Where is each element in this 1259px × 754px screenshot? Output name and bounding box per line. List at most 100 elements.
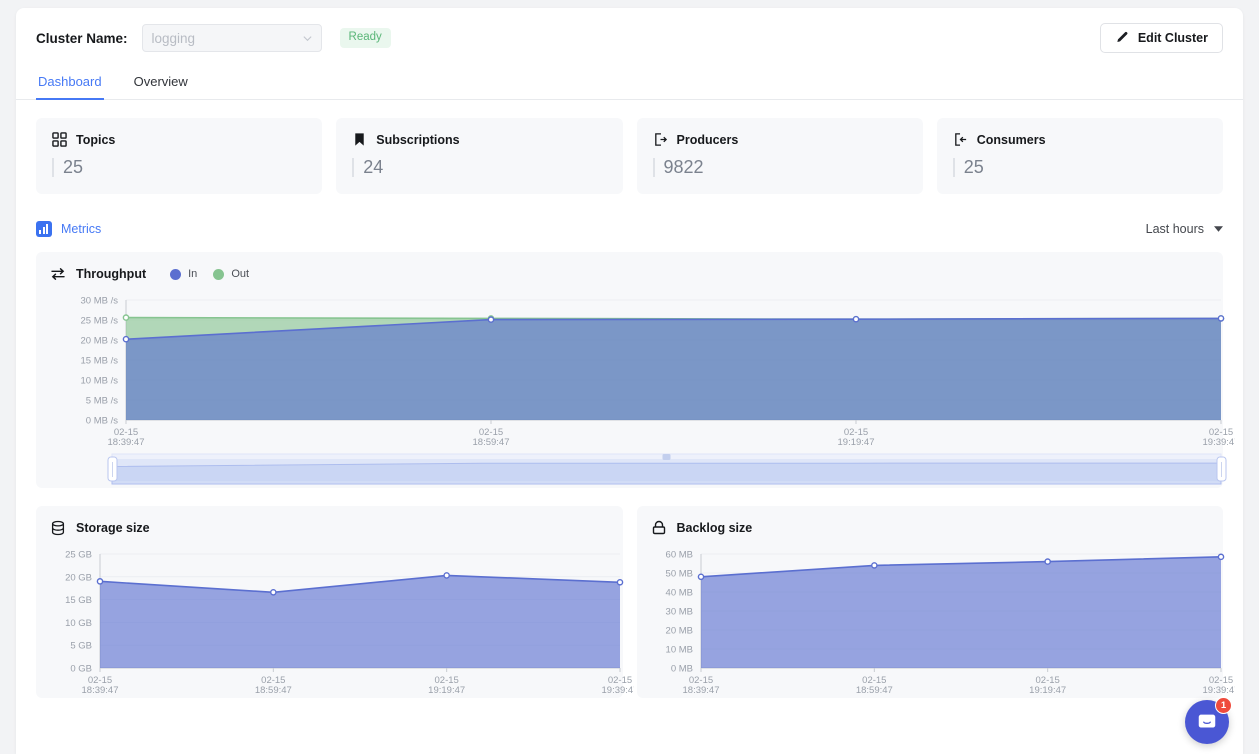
cluster-header: Cluster Name: logging Ready Edit Cluster <box>16 8 1243 68</box>
throughput-section: Throughput In Out 0 MB /s 5 MB /s 10 MB /s… <box>16 252 1243 488</box>
stat-value: 9822 <box>653 158 907 177</box>
stat-card-header: Producers <box>653 132 907 147</box>
backlog-icon <box>651 520 667 536</box>
legend-label-in: In <box>188 268 197 280</box>
legend-label-out: Out <box>231 268 249 280</box>
svg-text:60 MB: 60 MB <box>665 550 692 561</box>
stat-value: 24 <box>352 158 606 177</box>
stat-card-header: Consumers <box>953 132 1207 147</box>
svg-text:30 MB: 30 MB <box>665 607 692 618</box>
svg-text:0 MB: 0 MB <box>670 664 692 675</box>
svg-text:18:39:47: 18:39:47 <box>108 437 145 448</box>
throughput-card: Throughput In Out 0 MB /s 5 MB /s 10 MB /s… <box>36 252 1223 488</box>
chart-legend: In Out <box>170 268 258 280</box>
pencil-icon <box>1115 31 1129 45</box>
grid-icon <box>52 132 67 147</box>
edit-cluster-label: Edit Cluster <box>1138 31 1208 45</box>
svg-text:5 GB: 5 GB <box>70 641 92 652</box>
stat-title: Consumers <box>977 133 1046 147</box>
legend-dot-out <box>213 269 224 280</box>
throughput-header: Throughput In Out <box>50 266 1209 282</box>
svg-text:0 GB: 0 GB <box>70 664 92 675</box>
backlog-header: Backlog size <box>651 520 1210 536</box>
stat-card-consumers: Consumers 25 <box>937 118 1223 194</box>
producer-icon <box>653 132 668 147</box>
chevron-down-icon <box>1214 226 1223 232</box>
chat-bubble-icon <box>1196 711 1218 733</box>
storage-svg: 0 GB5 GB10 GB15 GB20 GB25 GB02-1518:39:4… <box>50 546 634 698</box>
svg-text:15 MB /s: 15 MB /s <box>81 356 119 367</box>
chart-title: Backlog size <box>677 521 753 535</box>
metrics-label: Metrics <box>61 222 101 236</box>
chevron-down-icon <box>302 33 313 44</box>
svg-text:19:39:47: 19:39:47 <box>1202 685 1234 696</box>
svg-text:20 MB /s: 20 MB /s <box>81 336 119 347</box>
throughput-svg: 0 MB /s 5 MB /s 10 MB /s 15 MB /s 20 MB /s 25… <box>50 292 1235 450</box>
storage-plot[interactable]: 0 GB5 GB10 GB15 GB20 GB25 GB02-1518:39:4… <box>50 546 609 698</box>
stat-value: 25 <box>52 158 306 177</box>
backlog-plot[interactable]: 0 MB10 MB20 MB30 MB40 MB50 MB60 MB02-151… <box>651 546 1210 698</box>
svg-text:20 GB: 20 GB <box>65 572 92 583</box>
throughput-plot[interactable]: 0 MB /s 5 MB /s 10 MB /s 15 MB /s 20 MB /s 25… <box>50 292 1209 450</box>
tab-bar: Dashboard Overview <box>16 68 1243 100</box>
svg-text:18:59:47: 18:59:47 <box>473 437 510 448</box>
svg-text:10 GB: 10 GB <box>65 618 92 629</box>
stat-card-subscriptions: Subscriptions 24 <box>336 118 622 194</box>
svg-text:19:19:47: 19:19:47 <box>428 685 465 696</box>
stat-title: Topics <box>76 133 115 147</box>
cluster-select-value: logging <box>152 31 196 46</box>
svg-text:18:39:47: 18:39:47 <box>682 685 719 696</box>
backlog-card: Backlog size 0 MB 10 MB 20 MB 30 MB 40 MB 50 … <box>637 506 1224 698</box>
svg-text:15 GB: 15 GB <box>65 595 92 606</box>
stat-card-header: Subscriptions <box>352 132 606 147</box>
svg-text:18:59:47: 18:59:47 <box>255 685 292 696</box>
stat-card-header: Topics <box>52 132 306 147</box>
stat-title: Producers <box>677 133 739 147</box>
storage-header: Storage size <box>50 520 609 536</box>
database-icon <box>50 520 66 536</box>
bottom-chart-row: Storage size 0 GB 5 GB 10 GB 15 GB 20 GB 25 G… <box>16 506 1243 698</box>
svg-text:20 MB: 20 MB <box>665 626 692 637</box>
status-badge: Ready <box>340 28 391 48</box>
svg-text:18:39:47: 18:39:47 <box>82 685 119 696</box>
backlog-svg: 0 MB10 MB20 MB30 MB40 MB50 MB60 MB02-151… <box>651 546 1235 698</box>
throughput-icon <box>50 266 66 282</box>
legend-dot-in <box>170 269 181 280</box>
bar-chart-icon <box>36 221 52 237</box>
svg-text:19:19:47: 19:19:47 <box>1029 685 1066 696</box>
svg-text:40 MB: 40 MB <box>665 588 692 599</box>
svg-text:25 MB /s: 25 MB /s <box>81 316 119 327</box>
bookmark-icon <box>352 132 367 147</box>
stat-card-row: Topics 25 Subscriptions 24 <box>16 118 1243 194</box>
svg-text:0 MB /s: 0 MB /s <box>86 416 118 427</box>
time-range-select[interactable]: Last hours <box>1146 222 1223 236</box>
svg-text:19:19:47: 19:19:47 <box>838 437 875 448</box>
app-page: Cluster Name: logging Ready Edit Cluster… <box>16 8 1243 754</box>
stat-card-producers: Producers 9822 <box>637 118 923 194</box>
svg-text:25 GB: 25 GB <box>65 550 92 561</box>
chart-title: Storage size <box>76 521 150 535</box>
svg-text:19:39:47: 19:39:47 <box>602 685 634 696</box>
stat-card-topics: Topics 25 <box>36 118 322 194</box>
svg-text:10 MB /s: 10 MB /s <box>81 376 119 387</box>
storage-card: Storage size 0 GB 5 GB 10 GB 15 GB 20 GB 25 G… <box>36 506 623 698</box>
tab-dashboard[interactable]: Dashboard <box>36 68 104 100</box>
cluster-select[interactable]: logging <box>142 24 322 52</box>
svg-text:19:39:47: 19:39:47 <box>1203 437 1235 448</box>
tab-overview[interactable]: Overview <box>132 68 190 100</box>
stat-title: Subscriptions <box>376 133 459 147</box>
metrics-bar: Metrics Last hours <box>16 218 1243 240</box>
intercom-unread-badge: 1 <box>1215 697 1232 714</box>
stat-value: 25 <box>953 158 1207 177</box>
cluster-name-label: Cluster Name: <box>36 31 128 46</box>
consumer-icon <box>953 132 968 147</box>
svg-text:18:59:47: 18:59:47 <box>855 685 892 696</box>
chart-title: Throughput <box>76 267 146 281</box>
svg-text:10 MB: 10 MB <box>665 645 692 656</box>
intercom-launcher[interactable]: 1 <box>1185 700 1229 744</box>
svg-text:30 MB /s: 30 MB /s <box>81 296 119 307</box>
throughput-range-slider[interactable] <box>50 450 1209 488</box>
svg-text:50 MB: 50 MB <box>665 569 692 580</box>
svg-text:5 MB /s: 5 MB /s <box>86 396 118 407</box>
edit-cluster-button[interactable]: Edit Cluster <box>1100 23 1223 53</box>
